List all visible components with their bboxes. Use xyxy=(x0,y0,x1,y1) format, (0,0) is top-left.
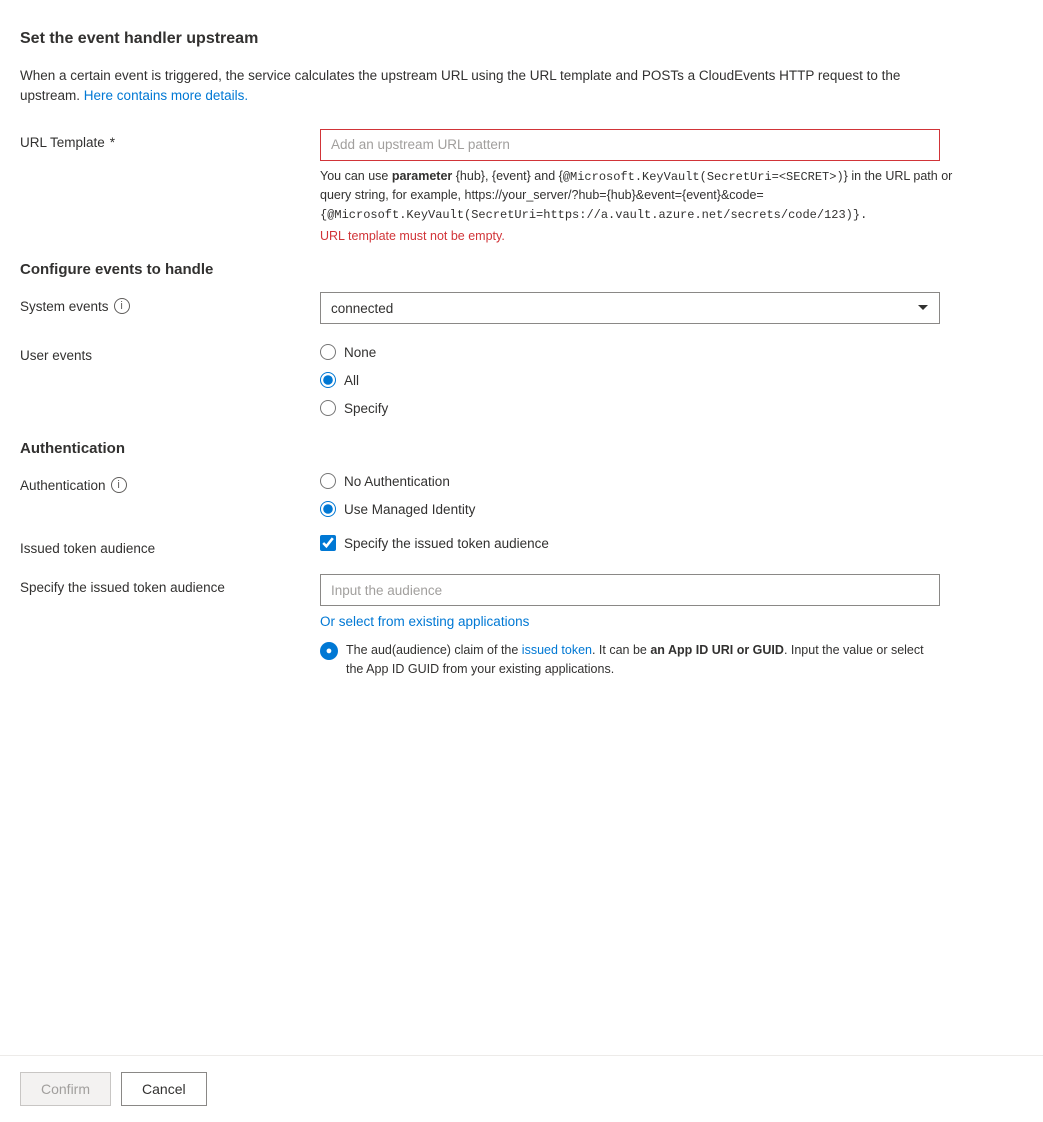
confirm-button[interactable]: Confirm xyxy=(20,1072,111,1106)
authentication-title: Authentication xyxy=(20,440,1023,457)
auth-no-auth-radio[interactable] xyxy=(320,473,336,489)
system-events-info-icon[interactable]: i xyxy=(114,298,130,314)
user-events-specify: Specify xyxy=(320,400,1023,416)
intro-text: When a certain event is triggered, the s… xyxy=(20,66,920,107)
auth-radio-group: No Authentication Use Managed Identity xyxy=(320,473,1023,517)
user-events-specify-label[interactable]: Specify xyxy=(344,401,388,416)
auth-managed-identity: Use Managed Identity xyxy=(320,501,1023,517)
auth-managed-identity-label[interactable]: Use Managed Identity xyxy=(344,502,475,517)
user-events-none-radio[interactable] xyxy=(320,344,336,360)
cancel-button[interactable]: Cancel xyxy=(121,1072,207,1106)
system-events-control: connected disconnected connect xyxy=(320,292,1023,324)
system-events-dropdown[interactable]: connected disconnected connect xyxy=(320,292,940,324)
authentication-info-icon[interactable]: i xyxy=(111,477,127,493)
auth-no-auth: No Authentication xyxy=(320,473,1023,489)
url-template-control: You can use parameter {hub}, {event} and… xyxy=(320,129,1023,244)
info-dot-icon: ● xyxy=(320,642,338,660)
user-events-label: User events xyxy=(20,342,320,363)
specify-audience-control: Or select from existing applications ● T… xyxy=(320,574,1023,680)
url-error-message: URL template must not be empty. xyxy=(320,229,1023,243)
main-content: Set the event handler upstream When a ce… xyxy=(0,0,1043,1055)
system-events-row: System events i connected disconnected c… xyxy=(20,292,1023,324)
issued-token-checkbox-item: Specify the issued token audience xyxy=(320,535,1023,551)
authentication-label: Authentication i xyxy=(20,471,320,493)
system-events-label: System events i xyxy=(20,292,320,314)
auth-no-auth-label[interactable]: No Authentication xyxy=(344,474,450,489)
user-events-control: None All Specify xyxy=(320,342,1023,416)
issued-token-checkbox[interactable] xyxy=(320,535,336,551)
user-events-all-label[interactable]: All xyxy=(344,373,359,388)
user-events-all-radio[interactable] xyxy=(320,372,336,388)
issued-token-link[interactable]: issued token xyxy=(522,643,592,657)
url-template-row: URL Template * You can use parameter {hu… xyxy=(20,129,1023,244)
user-events-none: None xyxy=(320,344,1023,360)
auth-managed-identity-radio[interactable] xyxy=(320,501,336,517)
user-events-radio-group: None All Specify xyxy=(320,344,1023,416)
audience-input[interactable] xyxy=(320,574,940,606)
audience-info-text: The aud(audience) claim of the issued to… xyxy=(346,641,940,680)
user-events-row: User events None All Specify xyxy=(20,342,1023,416)
issued-token-checkbox-label[interactable]: Specify the issued token audience xyxy=(344,536,549,551)
issued-token-control: Specify the issued token audience xyxy=(320,535,1023,551)
authentication-control: No Authentication Use Managed Identity xyxy=(320,471,1023,517)
select-existing-apps-link[interactable]: Or select from existing applications xyxy=(320,614,1023,629)
page-title: Set the event handler upstream xyxy=(20,30,1023,48)
specify-audience-row: Specify the issued token audience Or sel… xyxy=(20,574,1023,680)
url-hint: You can use parameter {hub}, {event} and… xyxy=(320,167,980,226)
url-template-label: URL Template * xyxy=(20,129,320,150)
issued-token-label: Issued token audience xyxy=(20,535,320,556)
authentication-row: Authentication i No Authentication Use M… xyxy=(20,471,1023,517)
audience-info-box: ● The aud(audience) claim of the issued … xyxy=(320,641,940,680)
footer-bar: Confirm Cancel xyxy=(0,1055,1043,1122)
url-template-input[interactable] xyxy=(320,129,940,161)
configure-events-section: Configure events to handle System events… xyxy=(20,261,1023,416)
configure-events-title: Configure events to handle xyxy=(20,261,1023,278)
specify-audience-label: Specify the issued token audience xyxy=(20,574,320,595)
user-events-none-label[interactable]: None xyxy=(344,345,376,360)
authentication-section: Authentication Authentication i No Authe… xyxy=(20,440,1023,680)
issued-token-row: Issued token audience Specify the issued… xyxy=(20,535,1023,556)
more-details-link[interactable]: Here contains more details. xyxy=(84,88,248,103)
user-events-specify-radio[interactable] xyxy=(320,400,336,416)
user-events-all: All xyxy=(320,372,1023,388)
